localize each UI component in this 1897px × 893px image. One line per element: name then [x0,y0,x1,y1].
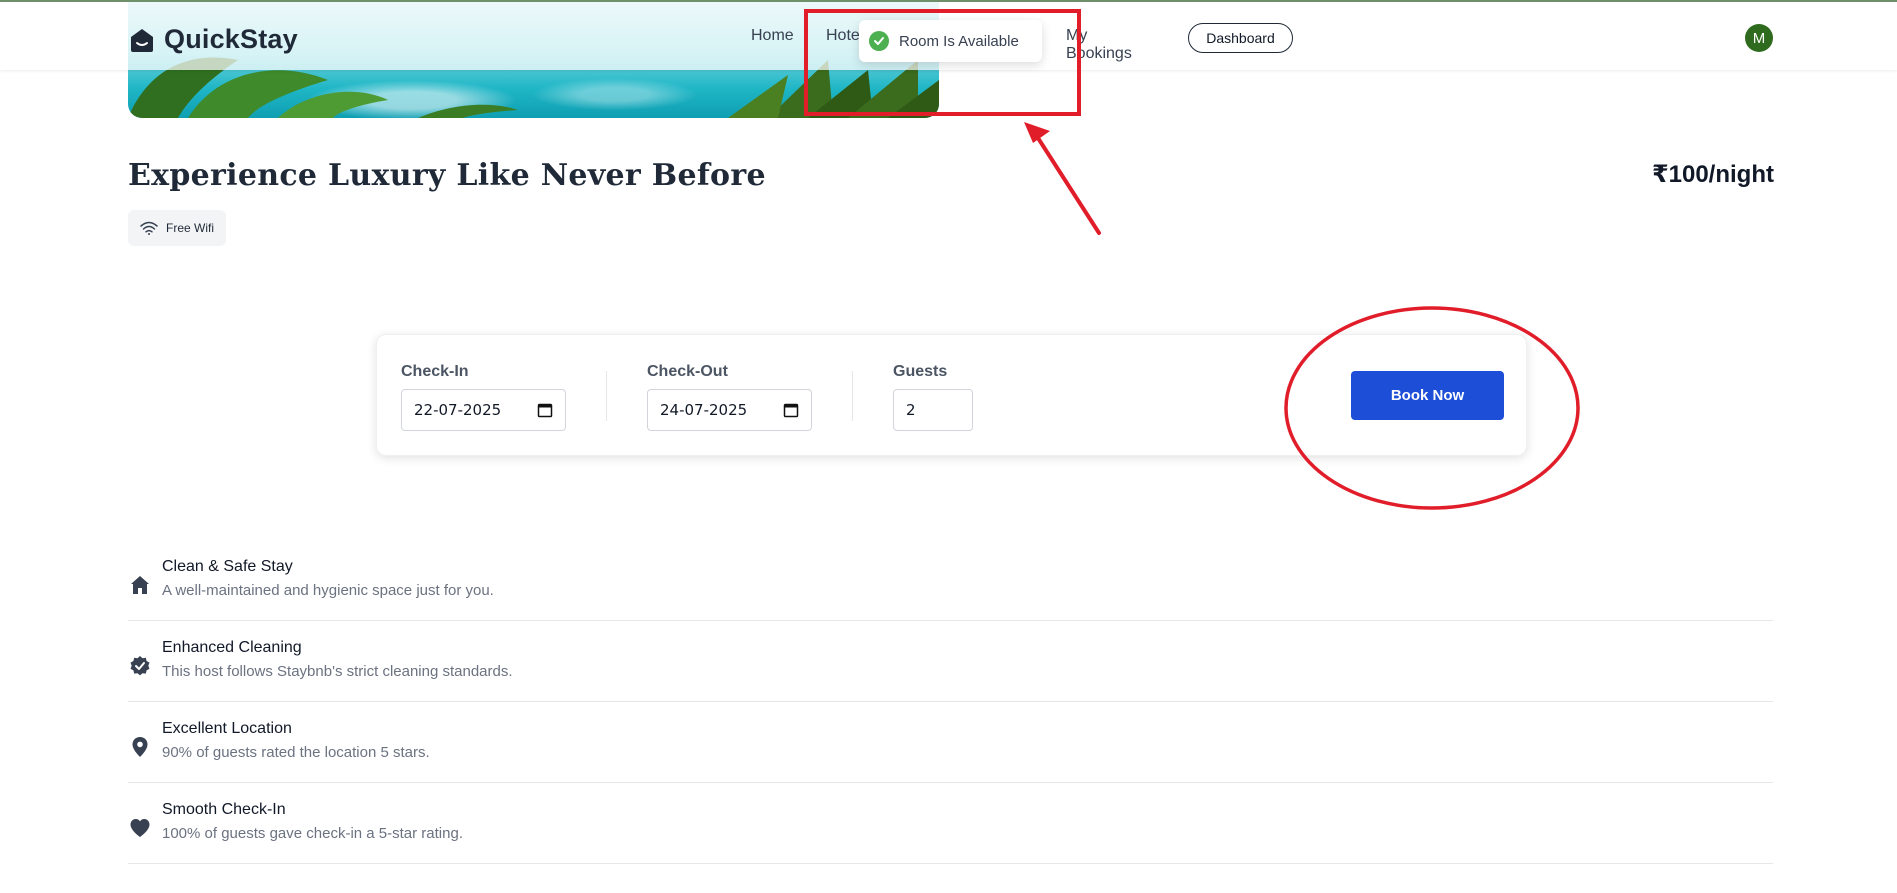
book-now-button[interactable]: Book Now [1351,371,1504,420]
check-in-label: Check-In [401,363,469,380]
house-logo-icon [131,28,153,52]
heart-icon [130,819,150,837]
booking-form: Check-In 22-07-2025 Check-Out 24-07-2025… [376,334,1527,456]
amenity-label: Free Wifi [166,221,214,235]
feature-title: Enhanced Cleaning [162,639,302,656]
feature-title: Clean & Safe Stay [162,558,293,575]
brand-logo[interactable]: QuickStay [128,24,298,55]
guests-input[interactable]: 2 [893,389,973,431]
feature-description: 90% of guests rated the location 5 stars… [162,744,430,761]
home-icon [131,576,149,594]
feature-description: A well-maintained and hygienic space jus… [162,582,494,599]
field-divider [606,371,607,421]
room-price: ₹100/night [1651,161,1774,188]
feature-item-clean-stay: Clean & Safe Stay A well-maintained and … [128,540,1773,621]
feature-title: Smooth Check-In [162,801,286,818]
feature-title: Excellent Location [162,720,292,737]
room-title: Experience Luxury Like Never Before [128,158,766,193]
annotation-highlight-box [804,9,1081,116]
location-pin-icon [132,737,148,757]
nav-home-link[interactable]: Home [751,27,794,45]
wifi-icon [140,221,158,235]
guests-label: Guests [893,363,948,380]
field-divider [852,371,853,421]
dashboard-button[interactable]: Dashboard [1188,23,1293,53]
annotation-arrow [1024,122,1101,235]
check-out-date-input[interactable]: 24-07-2025 [647,389,812,431]
check-out-value: 24-07-2025 [660,401,748,419]
check-out-label: Check-Out [647,363,728,380]
feature-description: This host follows Staybnb's strict clean… [162,663,513,680]
amenity-badge-wifi: Free Wifi [128,210,226,246]
check-in-date-input[interactable]: 22-07-2025 [401,389,566,431]
feature-item-enhanced-cleaning: Enhanced Cleaning This host follows Stay… [128,621,1773,702]
brand-name: QuickStay [164,24,298,54]
feature-item-excellent-location: Excellent Location 90% of guests rated t… [128,702,1773,783]
feature-description: 100% of guests gave check-in a 5-star ra… [162,825,463,842]
guests-value: 2 [906,401,916,419]
calendar-icon[interactable] [783,402,799,418]
check-in-value: 22-07-2025 [414,401,502,419]
calendar-icon[interactable] [537,402,553,418]
feature-item-smooth-checkin: Smooth Check-In 100% of guests gave chec… [128,783,1773,864]
badge-check-icon [130,656,150,676]
user-avatar[interactable]: M [1745,24,1773,52]
